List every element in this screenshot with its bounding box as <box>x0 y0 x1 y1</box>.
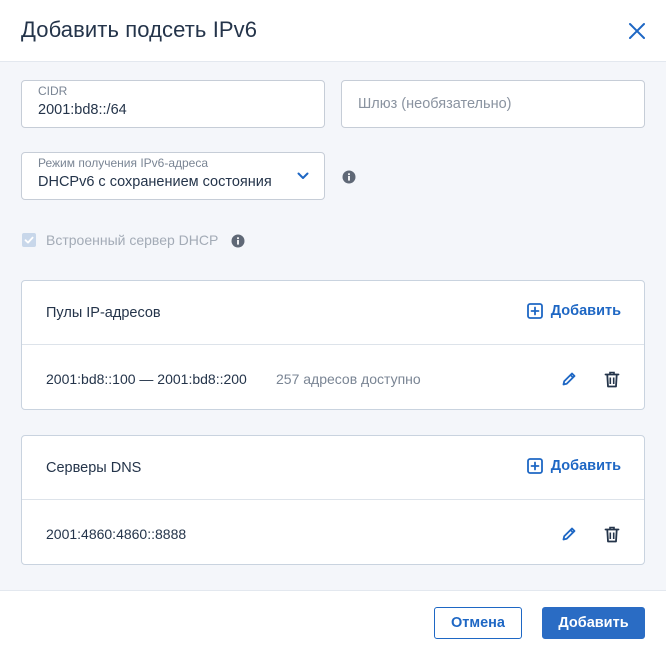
plus-square-icon <box>526 303 543 319</box>
edit-dns-server-button[interactable] <box>560 525 578 543</box>
add-ip-pool-button[interactable]: Добавить <box>526 303 621 319</box>
dialog-header: Добавить подсеть IPv6 <box>0 0 666 62</box>
dhcp-server-checkbox[interactable] <box>22 233 36 247</box>
dialog-body: CIDR 2001:bd8::/64 Шлюз (необязательно) … <box>0 62 666 590</box>
delete-dns-server-button[interactable] <box>603 525 621 543</box>
dns-server-address: 2001:4860:4860::8888 <box>46 526 187 542</box>
ip-pools-panel: Пулы IP-адресов Добавить 2001:bd8::100 —… <box>21 280 645 410</box>
dialog-footer: Отмена Добавить <box>0 590 666 649</box>
ip-pool-range: 2001:bd8::100 — 2001:bd8::200 <box>46 371 247 387</box>
add-dns-server-button[interactable]: Добавить <box>526 458 621 474</box>
address-mode-info-icon[interactable] <box>342 170 356 184</box>
pencil-icon <box>562 527 576 541</box>
ip-pools-title: Пулы IP-адресов <box>46 305 161 321</box>
dns-servers-header: Серверы DNS Добавить <box>22 436 644 500</box>
gateway-input[interactable]: Шлюз (необязательно) <box>341 80 645 128</box>
chevron-down-icon <box>296 169 310 183</box>
dns-servers-panel: Серверы DNS Добавить 2001:4860:4860::888… <box>21 435 645 565</box>
cidr-label: CIDR <box>38 84 68 98</box>
submit-button[interactable]: Добавить <box>542 607 645 639</box>
cidr-field[interactable]: CIDR 2001:bd8::/64 <box>21 80 325 128</box>
address-mode-select[interactable]: Режим получения IPv6-адреса DHCPv6 с сох… <box>21 152 325 200</box>
dhcp-server-label: Встроенный сервер DHCP <box>46 232 219 248</box>
address-mode-label: Режим получения IPv6-адреса <box>38 156 209 170</box>
pencil-icon <box>562 372 576 386</box>
add-ip-pool-label: Добавить <box>550 303 621 319</box>
gateway-placeholder: Шлюз (необязательно) <box>358 96 512 112</box>
trash-icon <box>604 526 620 542</box>
address-mode-value: DHCPv6 с сохранением состояния <box>38 174 272 190</box>
add-dns-server-label: Добавить <box>550 458 621 474</box>
dhcp-server-info-icon[interactable] <box>231 234 245 248</box>
delete-ip-pool-button[interactable] <box>603 370 621 388</box>
ip-pools-header: Пулы IP-адресов Добавить <box>22 281 644 345</box>
plus-square-icon <box>526 458 543 474</box>
edit-ip-pool-button[interactable] <box>560 370 578 388</box>
close-icon <box>629 23 645 39</box>
dialog-title: Добавить подсеть IPv6 <box>21 17 258 42</box>
ip-pool-available: 257 адресов доступно <box>276 371 421 387</box>
cancel-button[interactable]: Отмена <box>434 607 522 639</box>
check-icon <box>24 236 34 244</box>
trash-icon <box>604 371 620 387</box>
close-button[interactable] <box>622 16 652 46</box>
dns-servers-title: Серверы DNS <box>46 460 142 476</box>
cidr-value: 2001:bd8::/64 <box>38 102 127 118</box>
